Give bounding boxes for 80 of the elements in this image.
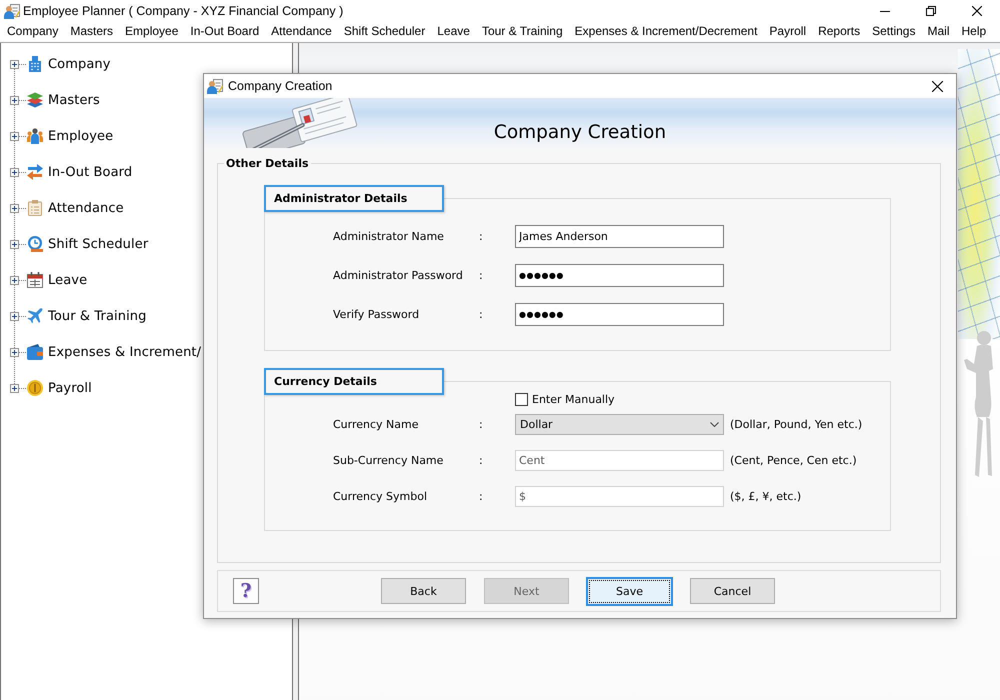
user-notepad-icon — [4, 3, 20, 19]
tree-item[interactable]: Leave — [48, 272, 88, 288]
tree-item[interactable]: Shift Scheduler — [48, 236, 148, 252]
tree-item[interactable]: Tour & Training — [48, 308, 146, 324]
hint-text: (Cent, Pence, Cen etc.) — [730, 454, 857, 467]
dialog-button[interactable]: Back — [381, 578, 466, 604]
menu-item[interactable]: Masters — [64, 23, 120, 41]
menu-item[interactable]: Mail — [921, 23, 956, 41]
checkbox[interactable] — [515, 393, 528, 406]
airplane-icon — [27, 308, 43, 324]
tree-item[interactable]: Attendance — [48, 200, 124, 216]
tree-item[interactable]: Company — [48, 56, 111, 72]
menu-item[interactable]: Help — [956, 23, 992, 41]
menu-item[interactable]: Payroll — [763, 23, 812, 41]
label-colon: : — [479, 490, 484, 503]
menu-item[interactable]: Employee — [119, 23, 184, 41]
user-notepad-icon — [207, 78, 223, 94]
building-icon — [27, 56, 43, 72]
label-colon: : — [479, 454, 484, 467]
menu-item[interactable]: Tour & Training — [476, 23, 569, 41]
label-colon: : — [479, 269, 484, 282]
menu-item[interactable]: Shift Scheduler — [338, 23, 432, 41]
expand-icon[interactable] — [10, 348, 19, 356]
field-label: Currency Symbol — [333, 490, 428, 503]
dialog-button[interactable]: Cancel — [690, 578, 775, 604]
label-colon: : — [479, 308, 484, 321]
tree-item[interactable]: Payroll — [48, 380, 92, 396]
swap-arrows-icon — [27, 164, 43, 180]
checkbox-label[interactable]: Enter Manually — [532, 393, 615, 406]
expand-icon[interactable] — [10, 204, 19, 212]
dialog-title: Company Creation — [228, 79, 332, 93]
coin-icon — [27, 380, 43, 396]
password-field[interactable]: ●●●●●● — [515, 303, 724, 326]
tree-item[interactable]: Masters — [48, 92, 100, 108]
clock-icon — [27, 236, 43, 252]
menu-item[interactable]: Company — [1, 23, 64, 41]
menu-item[interactable]: Attendance — [265, 23, 338, 41]
expand-icon[interactable] — [10, 276, 19, 284]
expand-icon[interactable] — [10, 312, 19, 320]
label-colon: : — [479, 230, 484, 243]
menu-item[interactable]: Settings — [866, 23, 922, 41]
section-title: Currency Details — [264, 368, 444, 395]
dialog-heading: Company Creation — [494, 122, 666, 145]
menu-item[interactable]: In-Out Board — [184, 23, 266, 41]
expand-icon[interactable] — [10, 240, 19, 248]
close-icon — [972, 6, 982, 16]
window-title: Employee Planner ( Company - XYZ Financial Company ) — [23, 4, 344, 18]
chevron-down-icon — [710, 422, 719, 427]
dialog-button[interactable]: Save — [586, 576, 673, 606]
people-icon — [27, 128, 43, 144]
field-label: Sub-Currency Name — [333, 454, 444, 467]
expand-icon[interactable] — [10, 60, 19, 68]
password-field[interactable]: ●●●●●● — [515, 264, 724, 287]
close-icon — [932, 80, 942, 92]
field-label: Verify Password — [333, 308, 420, 321]
hint-text: (Dollar, Pound, Yen etc.) — [730, 418, 862, 431]
field-label: Administrator Password — [333, 269, 464, 282]
section-title: Administrator Details — [264, 185, 444, 212]
expand-icon[interactable] — [10, 96, 19, 104]
menu-item[interactable]: Expenses & Increment/Decrement — [568, 23, 764, 41]
tree-item[interactable]: In-Out Board — [48, 164, 132, 180]
menu-item[interactable]: Reports — [812, 23, 866, 41]
label-colon: : — [479, 418, 484, 431]
field-label: Administrator Name — [333, 230, 445, 243]
field-label: Currency Name — [333, 418, 420, 431]
help-button[interactable]: ? — [233, 578, 259, 604]
menu-item[interactable]: Leave — [431, 23, 476, 41]
group-title: Other Details — [225, 157, 310, 170]
dropdown[interactable]: Dollar — [515, 414, 724, 435]
wallet-icon — [27, 344, 43, 360]
layers-icon — [27, 92, 43, 108]
restore-icon — [926, 6, 936, 16]
minimize-icon — [880, 10, 890, 12]
expand-icon[interactable] — [10, 168, 19, 176]
tree-item[interactable]: Expenses & Increment/ — [48, 344, 202, 360]
clipboard-icon — [27, 200, 43, 216]
expand-icon[interactable] — [10, 384, 19, 392]
tree-item[interactable]: Employee — [48, 128, 114, 144]
expand-icon[interactable] — [10, 132, 19, 140]
hint-text: ($, £, ¥, etc.) — [730, 490, 802, 503]
